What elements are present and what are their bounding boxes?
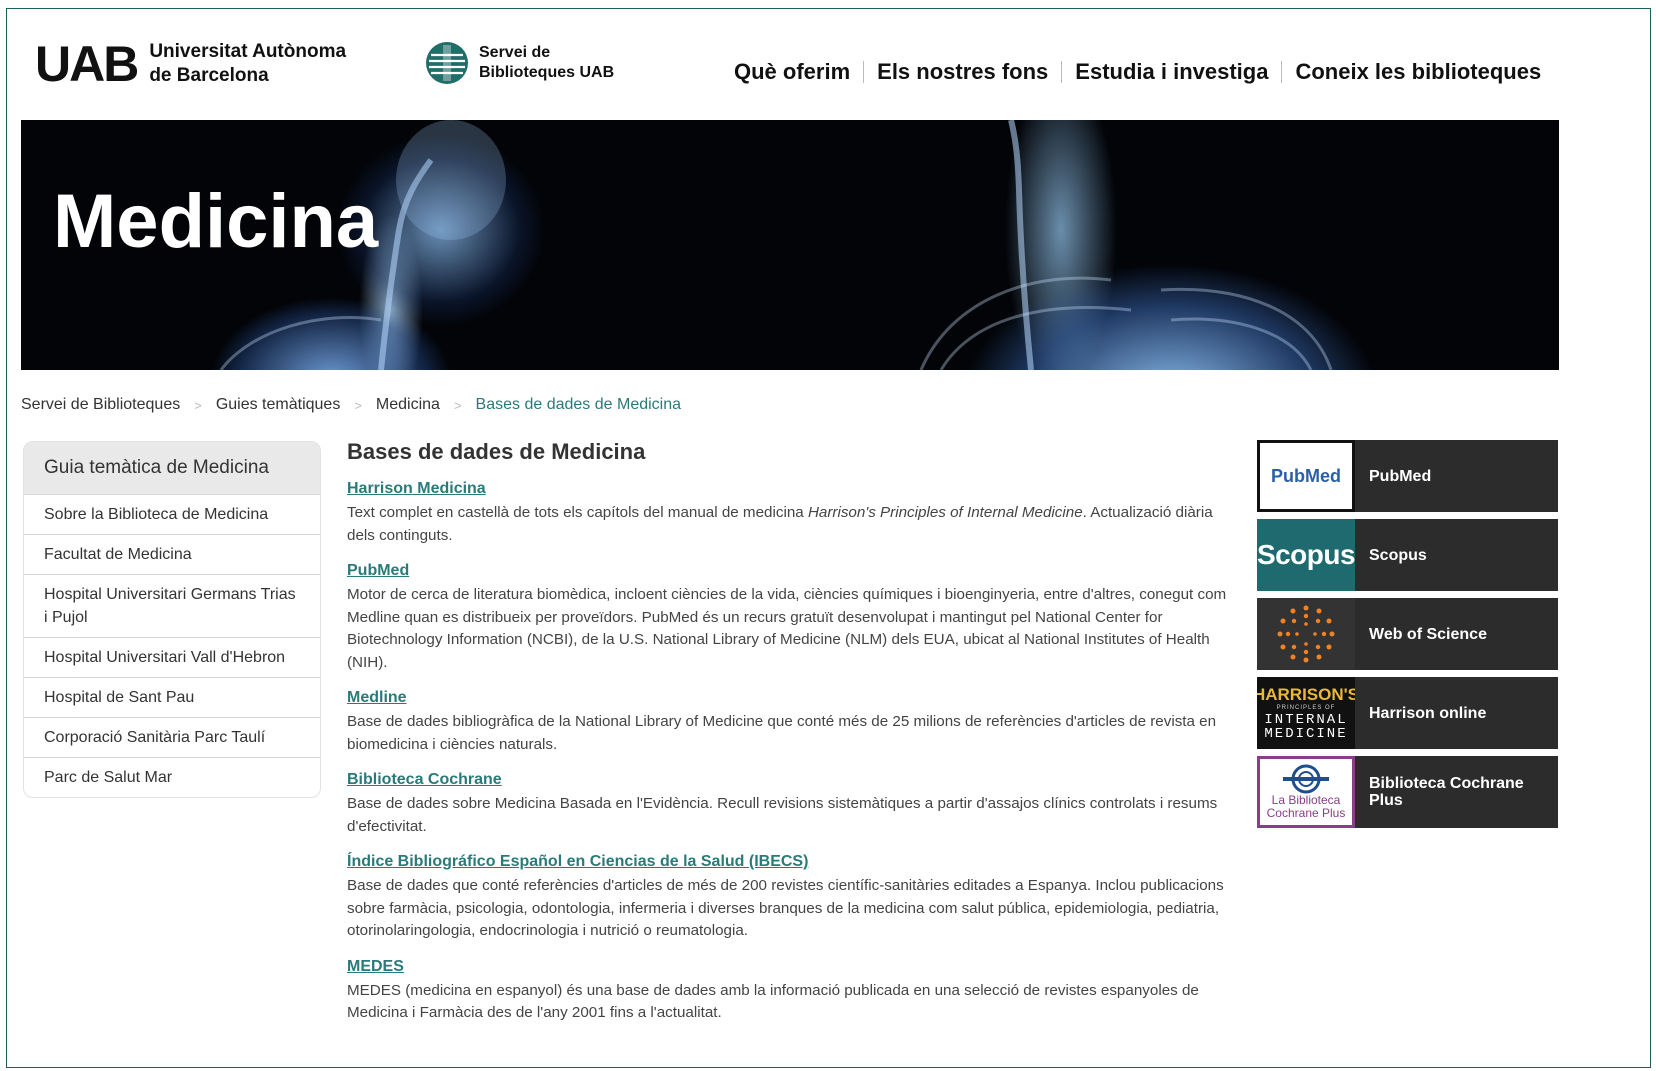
sidebar-item-sant-pau[interactable]: Hospital de Sant Pau	[24, 677, 320, 717]
sidebar-item-parc-tauli[interactable]: Corporació Sanitària Parc Taulí	[24, 717, 320, 757]
nav-coneix-les-biblioteques[interactable]: Coneix les biblioteques	[1282, 59, 1554, 85]
database-entry: Biblioteca Cochrane Base de dades sobre …	[347, 770, 1237, 838]
sidebar-item-germans-trias[interactable]: Hospital Universitari Germans Trias i Pu…	[24, 574, 320, 637]
tile-label: Scopus	[1369, 546, 1427, 564]
database-link-harrison[interactable]: Harrison Medicina	[347, 479, 1237, 499]
main-content: Bases de dades de Medicina Harrison Medi…	[347, 439, 1237, 1039]
breadcrumb-servei-biblioteques[interactable]: Servei de Biblioteques	[21, 396, 180, 414]
cochrane-logo-icon: La Biblioteca Cochrane Plus	[1257, 756, 1355, 828]
nav-els-nostres-fons[interactable]: Els nostres fons	[864, 59, 1061, 85]
breadcrumb-separator: >	[453, 397, 462, 413]
page-frame: UAB Universitat Autònoma de Barcelona Se…	[6, 8, 1651, 1068]
sb-line2: Biblioteques UAB	[479, 64, 615, 81]
sidebar-item-facultat[interactable]: Facultat de Medicina	[24, 534, 320, 574]
uab-logo-mark: UAB	[35, 36, 139, 92]
resource-tiles: PubMed PubMed Scopus Scopus Web of Scien…	[1257, 440, 1558, 835]
database-link-medline[interactable]: Medline	[347, 688, 1237, 708]
sidebar: Guia temàtica de Medicina Sobre la Bibli…	[23, 441, 321, 798]
harrison-logo-medicine: MEDICINE	[1264, 725, 1348, 742]
tile-biblioteca-cochrane[interactable]: La Biblioteca Cochrane Plus Biblioteca C…	[1257, 756, 1558, 828]
database-entry: PubMed Motor de cerca de literatura biom…	[347, 561, 1237, 674]
cochrane-logo-line2: Cochrane Plus	[1266, 806, 1346, 820]
main-nav: Què oferim Els nostres fons Estudia i in…	[734, 59, 1554, 85]
tile-web-of-science[interactable]: Web of Science	[1257, 598, 1558, 670]
tile-scopus[interactable]: Scopus Scopus	[1257, 519, 1558, 591]
pubmed-logo-text: PubMed	[1271, 465, 1341, 486]
database-description: Text complet en castellà de tots els cap…	[347, 502, 1237, 547]
wos-globe-icon	[1277, 605, 1335, 663]
book-title: Harrison's Principles of Internal Medici…	[807, 504, 1083, 521]
cochrane-emblem-icon	[1283, 764, 1329, 794]
servei-biblioteques-logo[interactable]: Servei de Biblioteques UAB	[423, 39, 614, 87]
sidebar-item-vall-hebron[interactable]: Hospital Universitari Vall d'Hebron	[24, 637, 320, 677]
pubmed-logo-icon: PubMed	[1257, 440, 1355, 512]
harrison-logo-internal: INTERNAL	[1264, 711, 1348, 728]
breadcrumb-separator: >	[354, 397, 362, 413]
nav-que-oferim[interactable]: Què oferim	[734, 59, 863, 85]
library-emblem-icon	[426, 42, 468, 84]
harrison-logo-icon: HARRISON'S PRINCIPLES OF INTERNAL MEDICI…	[1257, 677, 1355, 749]
database-entry: Harrison Medicina Text complet en castel…	[347, 479, 1237, 547]
tile-harrison-online[interactable]: HARRISON'S PRINCIPLES OF INTERNAL MEDICI…	[1257, 677, 1558, 749]
uab-name-line1: Universitat Autònoma	[149, 41, 347, 62]
site-header: UAB Universitat Autònoma de Barcelona Se…	[7, 9, 1650, 119]
uab-logo[interactable]: UAB Universitat Autònoma de Barcelona	[35, 39, 346, 89]
tile-label: PubMed	[1369, 467, 1432, 485]
description-text: Text complet en castellà de tots els cap…	[347, 504, 808, 521]
sb-line1: Servei de	[479, 44, 551, 61]
scopus-logo-text: Scopus	[1257, 539, 1355, 570]
database-description: Base de dades sobre Medicina Basada en l…	[347, 795, 1218, 835]
database-description: Base de dades que conté referències d'ar…	[347, 877, 1224, 939]
sidebar-item-parc-salut-mar[interactable]: Parc de Salut Mar	[24, 757, 320, 797]
harrison-logo-sub: PRINCIPLES OF	[1276, 704, 1336, 711]
breadcrumb-guies-tematiques[interactable]: Guies temàtiques	[216, 396, 341, 414]
scopus-logo-icon: Scopus	[1257, 519, 1355, 591]
nav-estudia-i-investiga[interactable]: Estudia i investiga	[1062, 59, 1281, 85]
breadcrumb-medicina[interactable]: Medicina	[376, 396, 440, 414]
sidebar-title[interactable]: Guia temàtica de Medicina	[24, 442, 320, 494]
database-entry: Índice Bibliográfico Español en Ciencias…	[347, 852, 1237, 943]
database-description: Motor de cerca de literatura biomèdica, …	[347, 586, 1227, 671]
tile-pubmed[interactable]: PubMed PubMed	[1257, 440, 1558, 512]
database-description: MEDES (medicina en espanyol) és una base…	[347, 981, 1199, 1022]
database-link-pubmed[interactable]: PubMed	[347, 561, 1237, 581]
banner-title: Medicina	[53, 179, 379, 264]
uab-logo-text: Universitat Autònoma de Barcelona	[149, 40, 346, 88]
servei-biblioteques-text: Servei de Biblioteques UAB	[479, 43, 614, 83]
tile-label: Biblioteca Cochrane Plus	[1369, 775, 1524, 809]
tile-label: Web of Science	[1369, 625, 1487, 643]
web-of-science-logo-icon	[1257, 598, 1355, 670]
database-link-cochrane[interactable]: Biblioteca Cochrane	[347, 770, 1237, 790]
sidebar-item-sobre-biblioteca[interactable]: Sobre la Biblioteca de Medicina	[24, 494, 320, 534]
harrison-logo-title: HARRISON'S	[1257, 684, 1355, 704]
breadcrumb: Servei de Biblioteques > Guies temàtique…	[21, 396, 681, 414]
database-entry: Medline Base de dades bibliogràfica de l…	[347, 688, 1237, 756]
database-link-ibecs[interactable]: Índice Bibliográfico Español en Ciencias…	[347, 852, 1237, 872]
uab-name-line2: de Barcelona	[149, 65, 269, 86]
hero-banner: Medicina	[21, 120, 1559, 370]
page-title: Bases de dades de Medicina	[347, 439, 646, 464]
database-description: Base de dades bibliogràfica de la Nation…	[347, 713, 1217, 753]
breadcrumb-separator: >	[194, 397, 202, 413]
breadcrumb-current: Bases de dades de Medicina	[475, 396, 682, 413]
database-entry: MEDES MEDES (medicina en espanyol) és un…	[347, 957, 1237, 1025]
database-link-medes[interactable]: MEDES	[347, 957, 1237, 977]
tile-label: Harrison online	[1369, 704, 1487, 722]
